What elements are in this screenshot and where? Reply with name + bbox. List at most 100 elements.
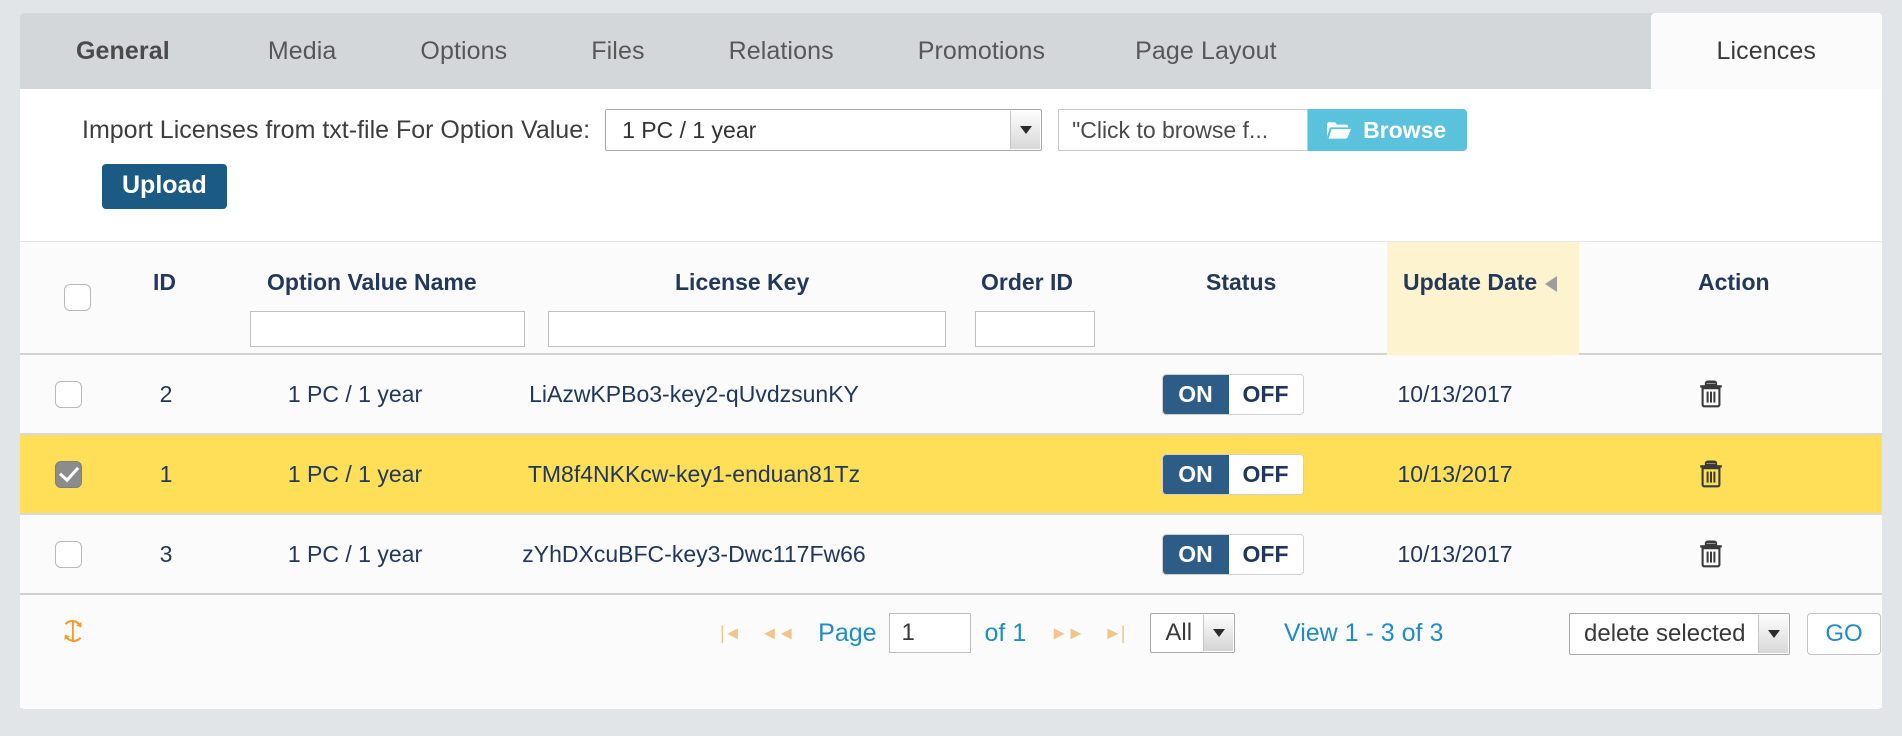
chevron-down-icon bbox=[1758, 615, 1788, 653]
cell-option-value-name: 1 PC / 1 year bbox=[287, 540, 423, 567]
status-toggle-on[interactable]: ON bbox=[1162, 374, 1229, 414]
bulk-action-select[interactable]: delete selected bbox=[1569, 613, 1790, 655]
cell-status: ON OFF bbox=[1126, 373, 1339, 415]
status-toggle-on[interactable]: ON bbox=[1162, 454, 1229, 494]
prev-page-icon[interactable]: ◄◄ bbox=[751, 623, 805, 644]
select-all-checkbox-wrap bbox=[64, 284, 91, 311]
browse-button-label: Browse bbox=[1363, 116, 1447, 143]
tab-options[interactable]: Options bbox=[378, 13, 549, 89]
upload-button-label: Upload bbox=[122, 171, 207, 199]
cell-id: 3 bbox=[159, 540, 173, 567]
tab-promotions[interactable]: Promotions bbox=[876, 13, 1087, 89]
view-range-info: View 1 - 3 of 3 bbox=[1284, 619, 1444, 647]
upload-button[interactable]: Upload bbox=[102, 164, 227, 209]
sorted-column-highlight bbox=[1387, 242, 1579, 355]
tab-general[interactable]: General bbox=[20, 13, 226, 89]
row-checkbox[interactable] bbox=[54, 460, 82, 488]
cell-update-date: 10/13/2017 bbox=[1397, 380, 1513, 407]
pagination-controls: |◄ ◄◄ Page 1 of 1 ►► ►| All bbox=[710, 613, 1236, 653]
cell-option-value-name: 1 PC / 1 year bbox=[287, 380, 423, 407]
option-value-select-value: 1 PC / 1 year bbox=[622, 116, 757, 143]
sort-arrow-icon bbox=[1545, 275, 1558, 292]
page-total-label: of 1 bbox=[984, 618, 1027, 647]
browse-button[interactable]: Browse bbox=[1308, 109, 1468, 151]
table-row[interactable]: 2 1 PC / 1 year LiAzwKPBo3-key2-qUvdzsun… bbox=[20, 355, 1882, 435]
first-page-icon[interactable]: |◄ bbox=[710, 623, 751, 644]
cell-action bbox=[1571, 459, 1851, 489]
import-controls-row: Import Licenses from txt-file For Option… bbox=[20, 109, 1468, 151]
next-page-icon[interactable]: ►► bbox=[1040, 623, 1094, 644]
tab-relations[interactable]: Relations bbox=[687, 13, 876, 89]
file-browse-group: "Click to browse f... Browse bbox=[1058, 109, 1468, 151]
column-header-update-date[interactable]: Update Date bbox=[1403, 269, 1558, 296]
filter-input-order-id[interactable] bbox=[975, 311, 1095, 347]
status-toggle-on[interactable]: ON bbox=[1162, 534, 1229, 574]
column-header-update-date-label: Update Date bbox=[1403, 269, 1538, 295]
status-toggle[interactable]: ON OFF bbox=[1161, 373, 1304, 415]
column-header-order-id[interactable]: Order ID bbox=[981, 269, 1073, 296]
tab-general-label: General bbox=[76, 36, 170, 65]
tab-relations-label: Relations bbox=[728, 36, 834, 65]
column-header-action[interactable]: Action bbox=[1698, 269, 1770, 296]
tab-page-layout[interactable]: Page Layout bbox=[1087, 13, 1325, 89]
row-checkbox-cell bbox=[20, 460, 116, 488]
tab-media[interactable]: Media bbox=[226, 13, 379, 89]
go-button[interactable]: GO bbox=[1807, 613, 1881, 655]
cell-id: 1 bbox=[159, 460, 173, 487]
bulk-action-select-value: delete selected bbox=[1584, 620, 1746, 647]
refresh-icon[interactable] bbox=[60, 617, 86, 650]
table-header: ID Option Value Name License Key Order I… bbox=[20, 242, 1882, 355]
filter-input-license-key[interactable] bbox=[548, 311, 946, 347]
cell-status: ON OFF bbox=[1126, 533, 1339, 575]
cell-action bbox=[1571, 379, 1851, 409]
column-header-license-key[interactable]: License Key bbox=[675, 269, 809, 296]
page-number-input[interactable]: 1 bbox=[888, 613, 971, 653]
cell-action bbox=[1571, 539, 1851, 569]
trash-icon[interactable] bbox=[1697, 539, 1725, 569]
cell-update-date: 10/13/2017 bbox=[1397, 540, 1513, 567]
column-header-id[interactable]: ID bbox=[153, 269, 176, 296]
column-header-option-value-name[interactable]: Option Value Name bbox=[267, 269, 477, 296]
status-toggle-off[interactable]: OFF bbox=[1228, 534, 1303, 574]
status-toggle-off[interactable]: OFF bbox=[1228, 454, 1303, 494]
licences-panel: Import Licenses from txt-file For Option… bbox=[20, 89, 1882, 709]
row-checkbox-cell bbox=[20, 540, 116, 568]
cell-option-value-name: 1 PC / 1 year bbox=[287, 460, 423, 487]
status-toggle[interactable]: ON OFF bbox=[1161, 453, 1304, 495]
chevron-down-icon bbox=[1010, 111, 1041, 149]
filter-input-option-value-name[interactable] bbox=[250, 311, 525, 347]
tab-page-layout-label: Page Layout bbox=[1135, 36, 1277, 65]
cell-license-key: LiAzwKPBo3-key2-qUvdzsunKY bbox=[529, 380, 859, 407]
page-size-select[interactable]: All bbox=[1150, 613, 1236, 653]
import-label: Import Licenses from txt-file For Option… bbox=[82, 115, 591, 144]
status-toggle[interactable]: ON OFF bbox=[1161, 533, 1304, 575]
column-header-status[interactable]: Status bbox=[1206, 269, 1276, 296]
table-row[interactable]: 1 1 PC / 1 year TM8f4NKKcw-key1-enduan81… bbox=[20, 435, 1882, 515]
tab-options-label: Options bbox=[420, 36, 508, 65]
tab-licences[interactable]: Licences bbox=[1650, 13, 1882, 89]
tab-promotions-label: Promotions bbox=[917, 36, 1046, 65]
tab-media-label: Media bbox=[267, 36, 337, 65]
chevron-down-icon bbox=[1203, 615, 1234, 651]
folder-icon bbox=[1326, 120, 1352, 140]
option-value-select[interactable]: 1 PC / 1 year bbox=[605, 109, 1043, 151]
trash-icon[interactable] bbox=[1697, 459, 1725, 489]
row-checkbox-cell bbox=[20, 380, 116, 408]
row-checkbox[interactable] bbox=[54, 380, 82, 408]
tab-bar: General Media Options Files Relations Pr… bbox=[20, 13, 1882, 89]
cell-license-key: zYhDXcuBFC-key3-Dwc117Fw66 bbox=[522, 540, 866, 567]
trash-icon[interactable] bbox=[1697, 379, 1725, 409]
tab-files[interactable]: Files bbox=[549, 13, 686, 89]
row-checkbox[interactable] bbox=[54, 540, 82, 568]
cell-update-date: 10/13/2017 bbox=[1397, 460, 1513, 487]
cell-id: 2 bbox=[159, 380, 173, 407]
status-toggle-off[interactable]: OFF bbox=[1228, 374, 1303, 414]
tab-files-label: Files bbox=[591, 36, 645, 65]
page-label: Page bbox=[818, 618, 877, 647]
last-page-icon[interactable]: ►| bbox=[1094, 623, 1135, 644]
file-path-input[interactable]: "Click to browse f... bbox=[1058, 109, 1309, 151]
table-footer: |◄ ◄◄ Page 1 of 1 ►► ►| All View 1 - 3 o… bbox=[20, 595, 1882, 673]
bulk-action-group: delete selected GO bbox=[1569, 613, 1881, 655]
select-all-checkbox[interactable] bbox=[64, 284, 91, 311]
table-row[interactable]: 3 1 PC / 1 year zYhDXcuBFC-key3-Dwc117Fw… bbox=[20, 515, 1882, 595]
